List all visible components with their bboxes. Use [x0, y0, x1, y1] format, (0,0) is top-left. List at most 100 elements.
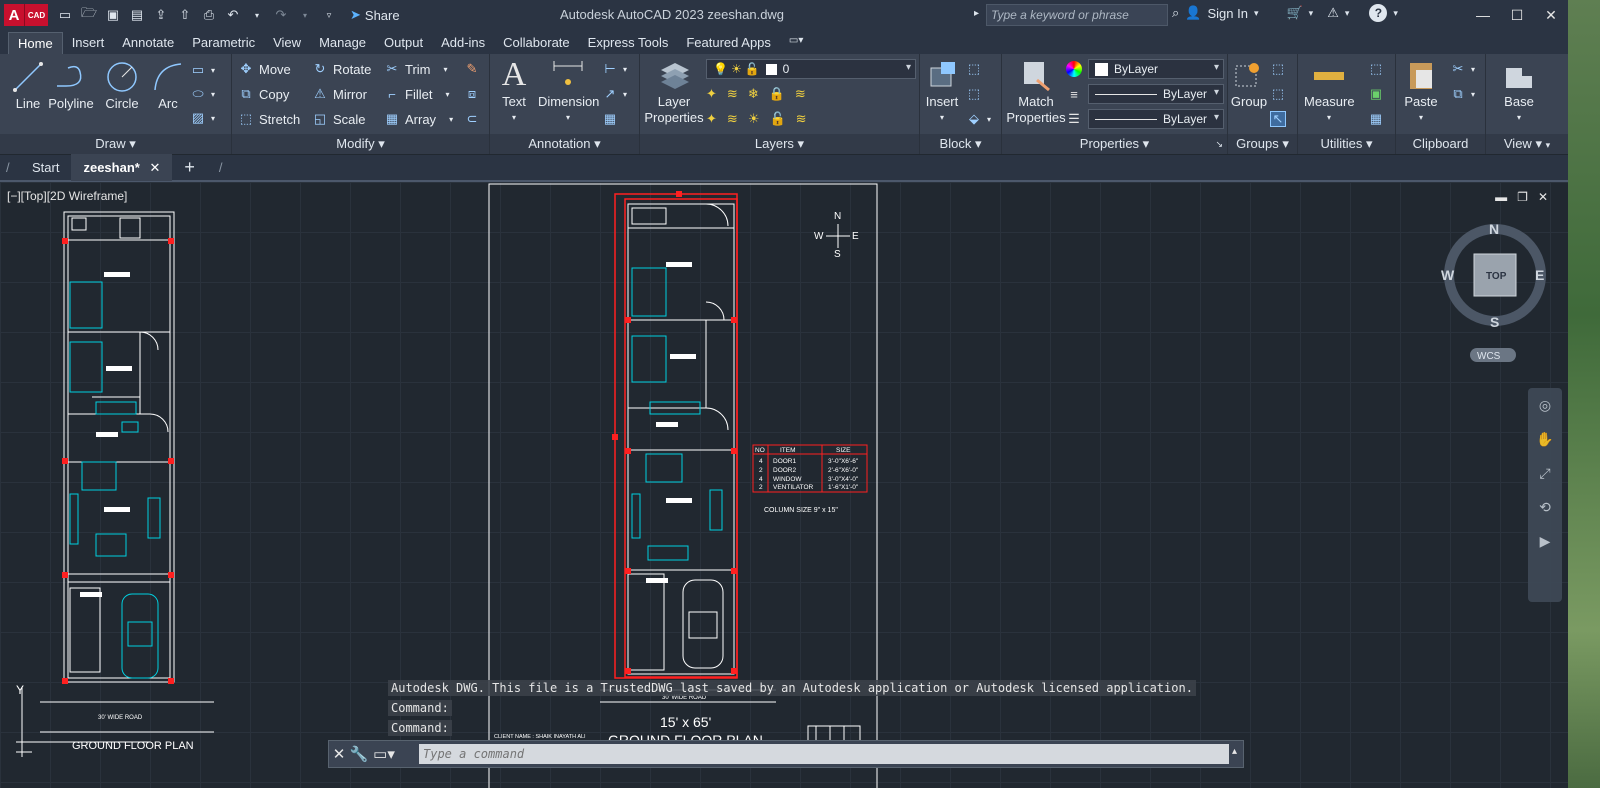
layer-lock-tool-icon[interactable]: 🔒 [769, 86, 785, 102]
offset-button[interactable]: ⧈ [464, 84, 480, 104]
hatch-button[interactable]: ⬭ ▾ [190, 84, 215, 104]
create-block-button[interactable]: ⬚ [966, 59, 982, 79]
tab-parametric[interactable]: Parametric [183, 32, 264, 54]
layer-properties-button[interactable]: Layer Properties [644, 58, 704, 126]
export-icon[interactable]: ⇪ [150, 4, 172, 26]
vp-close-icon[interactable]: ✕ [1538, 190, 1548, 204]
edit-attributes-button[interactable]: ⬙ ▾ [966, 109, 991, 129]
viewcube-west[interactable]: W [1441, 267, 1455, 283]
layer-match-icon[interactable]: ≋ [795, 86, 806, 102]
view-panel-title[interactable]: View ▾ ▾ [1486, 134, 1568, 154]
table-button[interactable]: ▦ [602, 109, 618, 129]
annotation-panel-title[interactable]: Annotation ▾ [490, 134, 639, 154]
cut-button[interactable]: ✂ ▾ [1450, 59, 1475, 79]
group-button[interactable]: Group [1230, 58, 1268, 110]
start-tab[interactable]: Start [20, 154, 71, 181]
undo-icon[interactable]: ↶ [222, 4, 244, 26]
close-tab-icon[interactable]: ✕ [149, 160, 160, 175]
viewcube-north[interactable]: N [1489, 221, 1499, 237]
showmotion-icon[interactable]: ▶ [1528, 524, 1562, 558]
quick-select-button[interactable]: ⬚ [1368, 59, 1384, 79]
undo-dropdown-icon[interactable]: ▾ [246, 4, 268, 26]
polyline-button[interactable]: Polyline [48, 60, 94, 112]
new-tab-button[interactable]: + [172, 154, 207, 181]
text-button[interactable]: A Text ▾ [496, 58, 532, 126]
print-icon[interactable]: ⎙ [198, 4, 220, 26]
open-folder-icon[interactable]: 🗁 [78, 4, 100, 26]
drawing-tab[interactable]: zeeshan* ✕ [71, 154, 173, 181]
help-dropdown-icon[interactable]: ▾ [1393, 8, 1398, 19]
lineweight-dropdown[interactable]: ByLayer ▾ [1088, 84, 1224, 104]
help-icon[interactable]: ? [1369, 4, 1388, 22]
calculator-button[interactable]: ▦ [1368, 109, 1384, 129]
linetype-dropdown[interactable]: ByLayer ▾ [1088, 109, 1224, 129]
tab-express-tools[interactable]: Express Tools [579, 32, 678, 54]
arc-button[interactable]: Arc [150, 60, 186, 112]
tab-annotate[interactable]: Annotate [113, 32, 183, 54]
linear-dim-button[interactable]: ⊢ ▾ [602, 59, 627, 79]
sign-in-dropdown-icon[interactable]: ▾ [1254, 8, 1259, 19]
orbit-icon[interactable]: ⟲ [1528, 490, 1562, 524]
insert-button[interactable]: Insert ▾ [922, 58, 962, 126]
scale-button[interactable]: ◱ Scale [312, 109, 366, 129]
clipboard-panel-title[interactable]: Clipboard [1396, 134, 1485, 154]
paste-button[interactable]: Paste ▾ [1400, 58, 1442, 126]
modify-panel-title[interactable]: Modify ▾ [232, 134, 489, 154]
panel-launcher-icon[interactable]: ↘ [1215, 134, 1223, 154]
layer-isolate-icon[interactable]: ≋ [727, 86, 738, 102]
properties-panel-title[interactable]: Properties ▾ ↘ [1002, 134, 1227, 154]
tab-output[interactable]: Output [375, 32, 432, 54]
layer-freeze-icon[interactable]: ❄ [748, 86, 759, 102]
ribbon-options-icon[interactable]: ▭▾ [780, 32, 812, 54]
group-select-button[interactable]: ↖ [1270, 109, 1286, 129]
layer-thaw-icon[interactable]: ☀ [748, 111, 760, 127]
color-dropdown[interactable]: ByLayer ▾ [1088, 59, 1224, 79]
edit-block-button[interactable]: ⬚ [966, 84, 982, 104]
rotate-button[interactable]: ↻ Rotate [312, 59, 372, 79]
layer-dropdown[interactable]: 💡 ☀ 🔓 0 ▾ [706, 59, 916, 79]
tab-featured-apps[interactable]: Featured Apps [677, 32, 780, 54]
leader-button[interactable]: ↗ ▾ [602, 84, 627, 104]
redo-dropdown-icon[interactable]: ▾ [294, 4, 316, 26]
rectangle-button[interactable]: ▭ ▾ [190, 60, 215, 80]
connect-dropdown-icon[interactable]: ▾ [1345, 8, 1350, 19]
boundary-button[interactable]: ▨ ▾ [190, 108, 215, 128]
command-input[interactable] [419, 744, 1229, 764]
viewcube-top-face[interactable]: TOP [1486, 271, 1507, 282]
base-button[interactable]: Base ▾ [1498, 58, 1540, 126]
app-logo[interactable]: A CAD [4, 4, 48, 26]
tab-manage[interactable]: Manage [310, 32, 375, 54]
layer-off-icon[interactable]: ✦ [706, 86, 717, 102]
draw-panel-title[interactable]: Draw ▾ [0, 134, 231, 154]
match-properties-button[interactable]: Match Properties [1006, 58, 1066, 126]
block-panel-title[interactable]: Block ▾ [920, 134, 1001, 154]
tab-home[interactable]: Home [8, 32, 63, 54]
viewport-controls[interactable]: [−][Top][2D Wireframe] [7, 189, 127, 203]
layer-current-icon[interactable]: ≋ [796, 111, 807, 127]
erase-button[interactable]: ✎ [464, 59, 480, 79]
layer-on-icon[interactable]: ✦ [706, 111, 717, 127]
save-as-icon[interactable]: ▤ [126, 4, 148, 26]
tabs-menu-icon[interactable]: / [0, 154, 20, 181]
drawing-canvas[interactable]: Y 30' WIDE ROAD GROUND FLOOR PLAN N S E … [0, 182, 1568, 788]
move-button[interactable]: ✥ Move [238, 59, 291, 79]
viewcube-south[interactable]: S [1490, 314, 1499, 330]
user-icon[interactable]: 👤 [1185, 5, 1201, 21]
copy-button[interactable]: ⧉ Copy [238, 84, 289, 104]
cart-icon[interactable]: 🛒 [1286, 5, 1302, 21]
vp-minimize-icon[interactable]: ▬ [1495, 190, 1507, 204]
array-button[interactable]: ▦ Array ▾ [384, 109, 453, 129]
wcs-menu[interactable]: WCS [1477, 351, 1501, 362]
mirror-button[interactable]: ⚠ Mirror [312, 84, 367, 104]
command-customize-icon[interactable]: 🔧 [349, 745, 369, 763]
zoom-extents-icon[interactable]: ⤢ [1528, 456, 1562, 490]
steering-wheel-icon[interactable]: ◎ [1528, 388, 1562, 422]
command-close-icon[interactable]: ✕ [329, 745, 349, 763]
vp-restore-icon[interactable]: ❐ [1517, 190, 1528, 204]
color-wheel-icon[interactable] [1066, 59, 1082, 79]
trim-button[interactable]: ✂ Trim ▾ [384, 59, 448, 79]
group-edit-button[interactable]: ⬚ [1270, 84, 1286, 104]
search-input[interactable]: Type a keyword or phrase [986, 4, 1168, 26]
new-file-icon[interactable]: ▭ [54, 4, 76, 26]
autodesk-connect-icon[interactable]: ⚠ [1327, 5, 1339, 21]
